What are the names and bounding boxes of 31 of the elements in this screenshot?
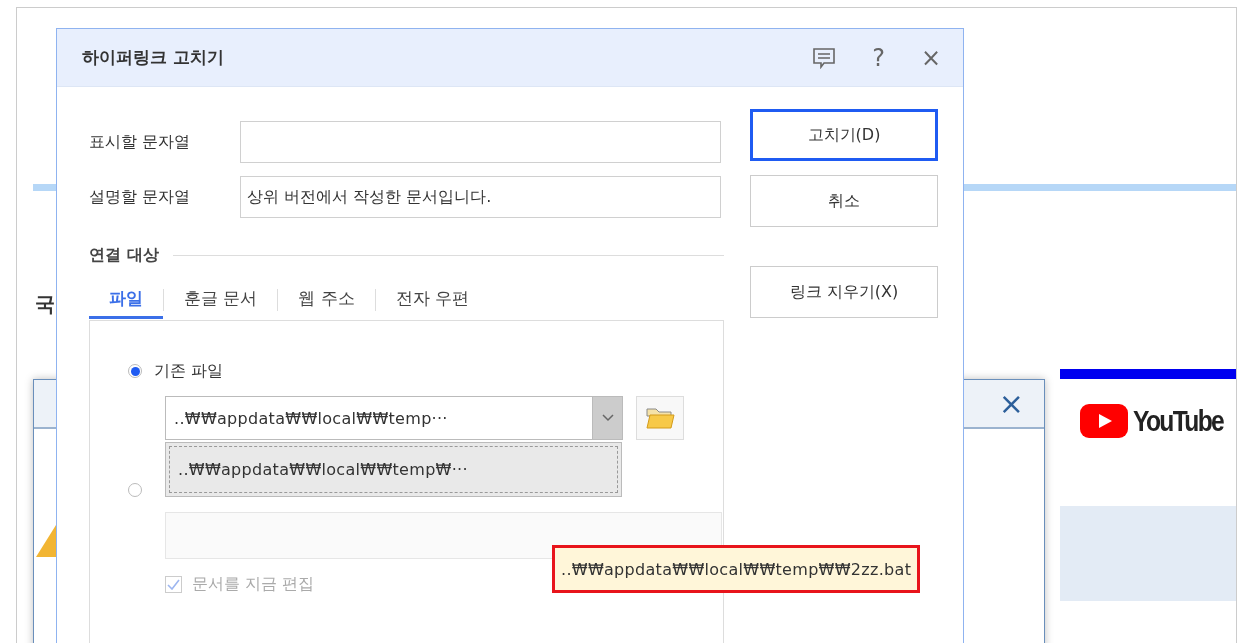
dialog-title: 하이퍼링크 고치기 [82,46,225,69]
chevron-down-icon[interactable] [601,414,614,422]
memo-icon[interactable] [812,46,837,69]
background-text: 국 [35,291,55,318]
checkbox-label: 문서를 지금 편집 [192,574,315,595]
dialog-button[interactable]: 취소 [750,175,938,227]
close-button[interactable]: × [998,386,1024,421]
text-field[interactable] [240,121,721,163]
dialog-button[interactable]: 링크 지우기(X) [750,266,938,318]
tab[interactable]: 훈글 문서 [164,280,278,319]
help-button[interactable]: ? [872,43,885,72]
path-dropdown[interactable]: ..₩₩appdata₩₩local₩₩temp··· [165,396,592,440]
tab[interactable]: 파일 [89,280,163,319]
tooltip: ..₩₩appdata₩₩local₩₩temp₩₩2zz.bat [552,545,921,593]
radio-label: 기존 파일 [154,360,224,382]
tab[interactable]: 전자 우편 [375,280,490,319]
play-logo-icon [1080,404,1128,438]
radio-button[interactable] [128,364,142,378]
browse-button[interactable] [636,396,684,440]
logo-text: YouTube [1133,404,1224,438]
field-label: 설명할 문자열 [89,186,192,208]
dropdown-item[interactable]: ..₩₩appdata₩₩local₩₩temp₩··· [169,446,618,493]
dialog-button[interactable]: 고치기(D) [750,109,938,161]
folder-icon [645,406,675,430]
text-field[interactable]: 상위 버전에서 작성한 문서입니다. [240,176,721,218]
close-button[interactable]: × [920,43,941,72]
field-label: 표시할 문자열 [89,131,192,153]
text-field[interactable] [165,512,722,559]
section-heading: 연결 대상 [89,244,159,266]
radio-button[interactable] [128,483,142,497]
tab[interactable]: 웹 주소 [278,280,375,319]
